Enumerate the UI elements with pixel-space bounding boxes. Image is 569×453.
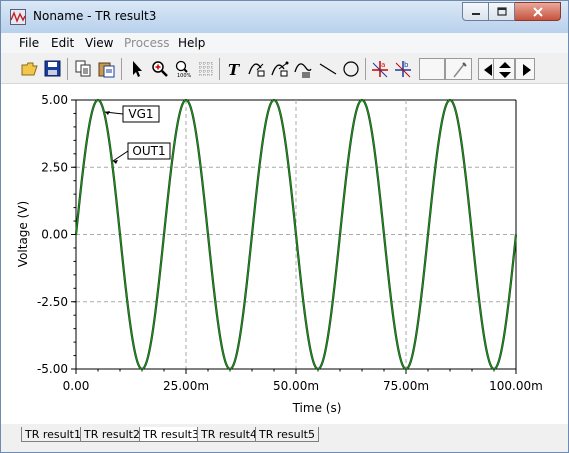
menu-view[interactable]: View xyxy=(85,36,113,50)
x-tick-label: 0.00 xyxy=(63,379,90,393)
text-tool-button[interactable]: T xyxy=(223,58,245,80)
window-title: Noname - TR result3 xyxy=(33,9,157,23)
cursor-b-button[interactable]: b xyxy=(392,58,414,80)
copy-button[interactable] xyxy=(73,58,95,80)
svg-text:T: T xyxy=(228,61,241,78)
minimize-button[interactable] xyxy=(462,2,489,21)
arrow-updown-button[interactable] xyxy=(493,58,515,80)
close-button[interactable] xyxy=(515,2,561,21)
toolbar: 100% T a b xyxy=(1,53,568,84)
paste-icon xyxy=(98,62,115,78)
y-tick-label: 5.00 xyxy=(41,93,68,107)
menu-help[interactable]: Help xyxy=(178,36,205,50)
open-file-icon xyxy=(21,62,38,76)
series-label-leader xyxy=(112,150,129,162)
annotate-point-icon xyxy=(271,61,289,77)
series-label-out1: OUT1 xyxy=(132,144,165,158)
app-window: Noname - TR result3 File Edit View Proce… xyxy=(0,0,569,453)
save-icon xyxy=(44,60,61,77)
maximize-icon xyxy=(496,7,507,16)
grid-icon xyxy=(199,62,213,76)
arrow-updown-icon xyxy=(499,62,511,78)
result-tabs: TR result1 TR result2 TR result3 TR resu… xyxy=(1,424,568,452)
series-label-vg1: VG1 xyxy=(128,107,153,121)
menu-edit[interactable]: Edit xyxy=(51,36,74,50)
close-icon xyxy=(532,6,543,17)
y-tick-label: -2.50 xyxy=(37,295,68,309)
annotate-trace-button[interactable] xyxy=(292,58,314,80)
x-tick-label: 100.00m xyxy=(489,379,543,393)
annotate-trace-icon xyxy=(294,63,312,78)
cursor-b-icon: b xyxy=(395,61,411,78)
text-tool-icon: T xyxy=(228,61,241,78)
ellipse-button[interactable] xyxy=(340,58,362,80)
tab-tr-result3[interactable]: TR result3 xyxy=(139,427,203,442)
minimize-icon xyxy=(471,12,480,15)
menu-process[interactable]: Process xyxy=(124,36,170,50)
x-tick-label: 25.00m xyxy=(163,379,209,393)
cursor-a-button[interactable]: a xyxy=(369,58,391,80)
annotate-point-button[interactable] xyxy=(269,58,291,80)
x-axis-label: Time (s) xyxy=(292,401,342,415)
tab-tr-result4[interactable]: TR result4 xyxy=(197,427,261,442)
x-tick-label: 75.00m xyxy=(383,379,429,393)
arrow-right-icon xyxy=(523,64,531,76)
menu-bar: File Edit View Process Help xyxy=(1,33,568,53)
zoom-fit-button[interactable]: 100% xyxy=(172,58,194,80)
empty-tool-button[interactable] xyxy=(419,58,445,80)
y-tick-label: 0.00 xyxy=(41,228,68,242)
copy-icon xyxy=(75,60,91,77)
oscilloscope-app-icon xyxy=(10,9,26,25)
ellipse-icon xyxy=(343,61,359,77)
paste-button[interactable] xyxy=(96,58,118,80)
probe-icon xyxy=(453,62,467,78)
cursor-a-icon: a xyxy=(372,61,388,78)
y-tick-label: -5.00 xyxy=(37,362,68,376)
svg-text:100%: 100% xyxy=(177,73,192,78)
svg-text:a: a xyxy=(381,61,385,69)
save-button[interactable] xyxy=(42,58,64,80)
x-tick-label: 50.00m xyxy=(273,379,319,393)
y-axis-label: Voltage (V) xyxy=(16,201,30,267)
annotate-curve-button[interactable] xyxy=(246,58,268,80)
title-bar[interactable]: Noname - TR result3 xyxy=(1,1,568,33)
maximize-button[interactable] xyxy=(489,2,515,21)
tab-tr-result5[interactable]: TR result5 xyxy=(255,427,319,442)
plot-area[interactable]: 5.00 2.50 0.00 -2.50 -5.00 0.00 25.00m 50.00m 75… xyxy=(1,84,568,424)
pointer-button[interactable] xyxy=(126,58,148,80)
svg-text:b: b xyxy=(404,61,409,69)
tab-tr-result1[interactable]: TR result1 xyxy=(21,427,85,442)
probe-button[interactable] xyxy=(445,58,472,80)
arrow-right-button[interactable] xyxy=(515,58,535,80)
tab-tr-result2[interactable]: TR result2 xyxy=(80,427,144,442)
open-file-button[interactable] xyxy=(19,58,41,80)
zoom-fit-icon: 100% xyxy=(175,60,192,78)
zoom-in-button[interactable] xyxy=(149,58,171,80)
line-button[interactable] xyxy=(317,58,339,80)
grid-button[interactable] xyxy=(195,58,217,80)
menu-file[interactable]: File xyxy=(19,36,39,50)
y-tick-label: 2.50 xyxy=(41,160,68,174)
line-icon xyxy=(319,63,337,75)
zoom-in-icon xyxy=(152,61,168,77)
voltage-time-chart[interactable]: 5.00 2.50 0.00 -2.50 -5.00 0.00 25.00m 50.00m 75… xyxy=(1,84,568,424)
annotate-curve-icon xyxy=(248,63,265,77)
pointer-icon xyxy=(133,61,142,77)
